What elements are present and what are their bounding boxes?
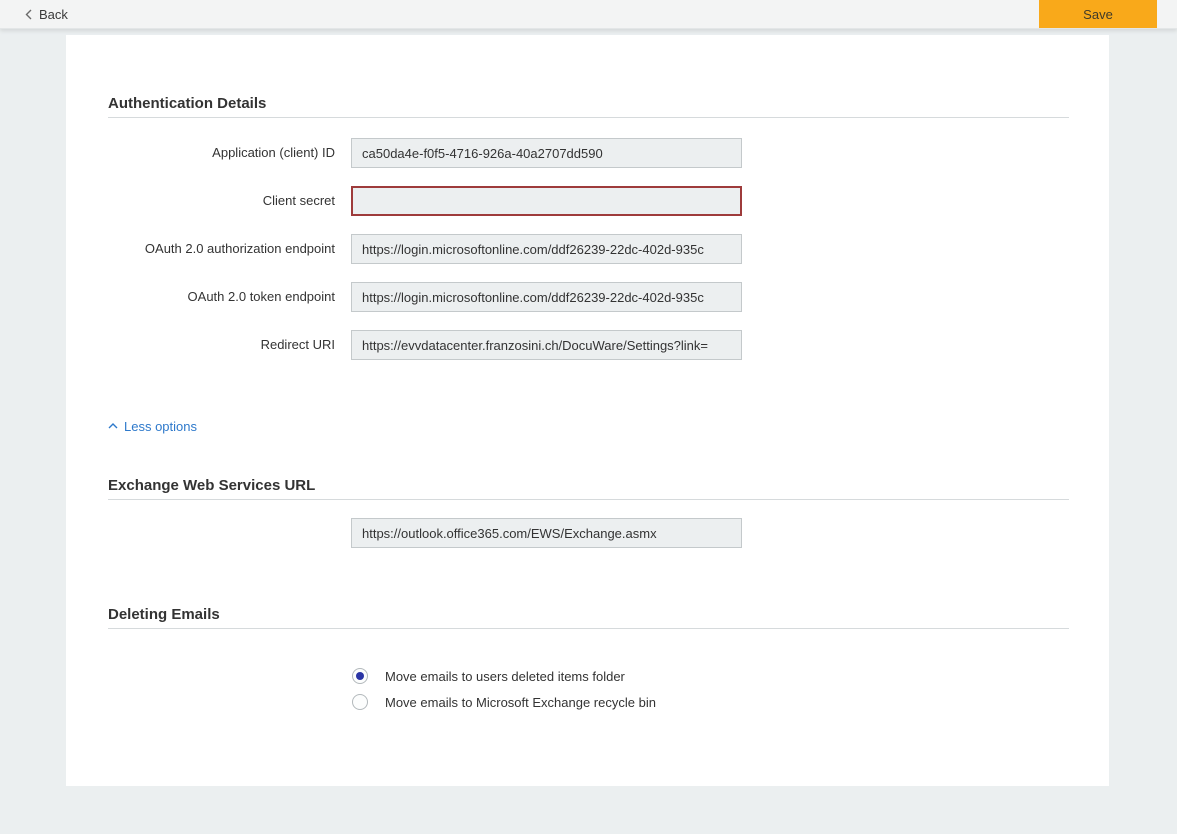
auth-details-title: Authentication Details [108,95,1069,118]
chevron-left-icon [25,9,32,20]
chevron-up-icon [108,423,118,429]
application-client-id-label: Application (client) ID [108,138,351,168]
radio-option-deleted-items-folder[interactable]: Move emails to users deleted items folde… [352,668,1069,684]
save-button[interactable]: Save [1039,0,1157,28]
settings-content: Authentication Details Application (clie… [66,35,1109,710]
less-options-label: Less options [124,419,197,434]
radio-label-exchange-recycle-bin: Move emails to Microsoft Exchange recycl… [385,695,656,710]
oauth-token-endpoint-label: OAuth 2.0 token endpoint [108,282,351,312]
client-secret-label: Client secret [108,186,351,216]
ews-url-section: Exchange Web Services URL [108,477,1069,548]
form-row-oauth-authorization-endpoint: OAuth 2.0 authorization endpoint [108,234,1069,264]
radio-button-deleted-items-folder[interactable] [352,668,368,684]
deleting-emails-title: Deleting Emails [108,606,1069,629]
oauth-authorization-endpoint-input[interactable] [351,234,742,264]
form-row-oauth-token-endpoint: OAuth 2.0 token endpoint [108,282,1069,312]
auth-details-form: Application (client) ID Client secret OA… [108,138,1069,360]
less-options-link[interactable]: Less options [108,418,197,434]
settings-card: Authentication Details Application (clie… [66,35,1109,786]
form-row-redirect-uri: Redirect URI [108,330,1069,360]
redirect-uri-label: Redirect URI [108,330,351,360]
back-button-label: Back [39,7,68,22]
client-secret-input[interactable] [351,186,742,216]
redirect-uri-input[interactable] [351,330,742,360]
ews-url-input[interactable] [351,518,742,548]
deleting-emails-section: Deleting Emails i Move emails to users d… [108,606,1069,710]
radio-option-exchange-recycle-bin[interactable]: Move emails to Microsoft Exchange recycl… [352,694,1069,710]
auth-details-section: Authentication Details Application (clie… [108,95,1069,360]
oauth-authorization-endpoint-label: OAuth 2.0 authorization endpoint [108,234,351,264]
application-client-id-input[interactable] [351,138,742,168]
form-row-client-secret: Client secret [108,186,1069,216]
form-row-application-client-id: Application (client) ID [108,138,1069,168]
deleting-emails-options: i Move emails to users deleted items fol… [352,668,1069,710]
ews-url-title: Exchange Web Services URL [108,477,1069,500]
radio-selected-dot [356,672,364,680]
ews-url-row [351,518,1069,548]
radio-label-deleted-items-folder: Move emails to users deleted items folde… [385,669,625,684]
top-bar: Back Save [0,0,1177,29]
back-button[interactable]: Back [25,0,68,28]
oauth-token-endpoint-input[interactable] [351,282,742,312]
radio-button-exchange-recycle-bin[interactable] [352,694,368,710]
